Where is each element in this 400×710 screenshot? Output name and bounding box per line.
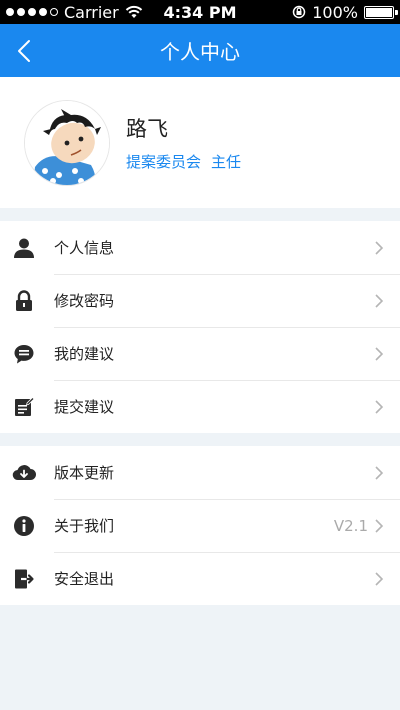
status-right: 100% (292, 2, 398, 22)
user-position: 主任 (211, 153, 242, 171)
chevron-right-icon (374, 517, 386, 535)
nav-bar: 个人中心 (0, 24, 400, 77)
menu-item-label: 个人信息 (54, 239, 115, 257)
status-bar: Carrier 4:34 PM 100% (0, 0, 400, 24)
page-title: 个人中心 (160, 40, 240, 64)
back-button[interactable] (12, 36, 36, 66)
menu-item-label: 版本更新 (54, 464, 115, 482)
menu-item-personal-info[interactable]: 个人信息 (0, 221, 400, 274)
menu-item-about-us[interactable]: 关于我们 V2.1 (0, 499, 400, 552)
edit-note-icon (12, 395, 36, 419)
chevron-right-icon (374, 464, 386, 482)
profile-info: 路飞 提案委员会 主任 (126, 113, 241, 172)
menu-group-account: 个人信息 修改密码 我的建议 提交建议 (0, 221, 400, 433)
menu-item-submit-suggestion[interactable]: 提交建议 (0, 380, 400, 433)
battery-percent: 100% (312, 2, 358, 22)
chevron-right-icon (374, 570, 386, 588)
menu-item-my-suggestions[interactable]: 我的建议 (0, 327, 400, 380)
profile-card: 路飞 提案委员会 主任 (0, 77, 400, 208)
menu-item-version-update[interactable]: 版本更新 (0, 446, 400, 499)
cloud-download-icon (12, 461, 36, 485)
status-left: Carrier (6, 3, 143, 22)
info-icon (12, 514, 36, 538)
menu-item-label: 关于我们 (54, 517, 115, 535)
logout-icon (12, 567, 36, 591)
chevron-right-icon (374, 239, 386, 257)
lock-icon (12, 289, 36, 313)
chevron-right-icon (374, 292, 386, 310)
version-value: V2.1 (333, 516, 368, 535)
user-department: 提案委员会 (126, 153, 202, 171)
menu-item-label: 安全退出 (54, 570, 115, 588)
user-icon (12, 236, 36, 260)
signal-strength-icon (6, 8, 58, 16)
menu-item-label: 我的建议 (54, 345, 115, 363)
chevron-left-icon (18, 40, 30, 62)
user-role: 提案委员会 主任 (126, 151, 241, 172)
orientation-lock-icon (293, 5, 306, 19)
chat-bubble-icon (12, 342, 36, 366)
user-name: 路飞 (126, 117, 168, 141)
carrier-label: Carrier (64, 2, 119, 22)
chevron-right-icon (374, 398, 386, 416)
cartoon-avatar-illustration (25, 100, 109, 185)
menu-group-app: 版本更新 关于我们 V2.1 安全退出 (0, 446, 400, 605)
chevron-right-icon (374, 345, 386, 363)
menu-item-change-password[interactable]: 修改密码 (0, 274, 400, 327)
battery-icon (364, 5, 398, 19)
menu-item-logout[interactable]: 安全退出 (0, 552, 400, 605)
avatar[interactable] (24, 99, 110, 186)
status-time: 4:34 PM (163, 2, 237, 22)
menu-item-label: 修改密码 (54, 292, 115, 310)
wifi-icon (125, 5, 142, 18)
menu-item-label: 提交建议 (54, 398, 115, 416)
